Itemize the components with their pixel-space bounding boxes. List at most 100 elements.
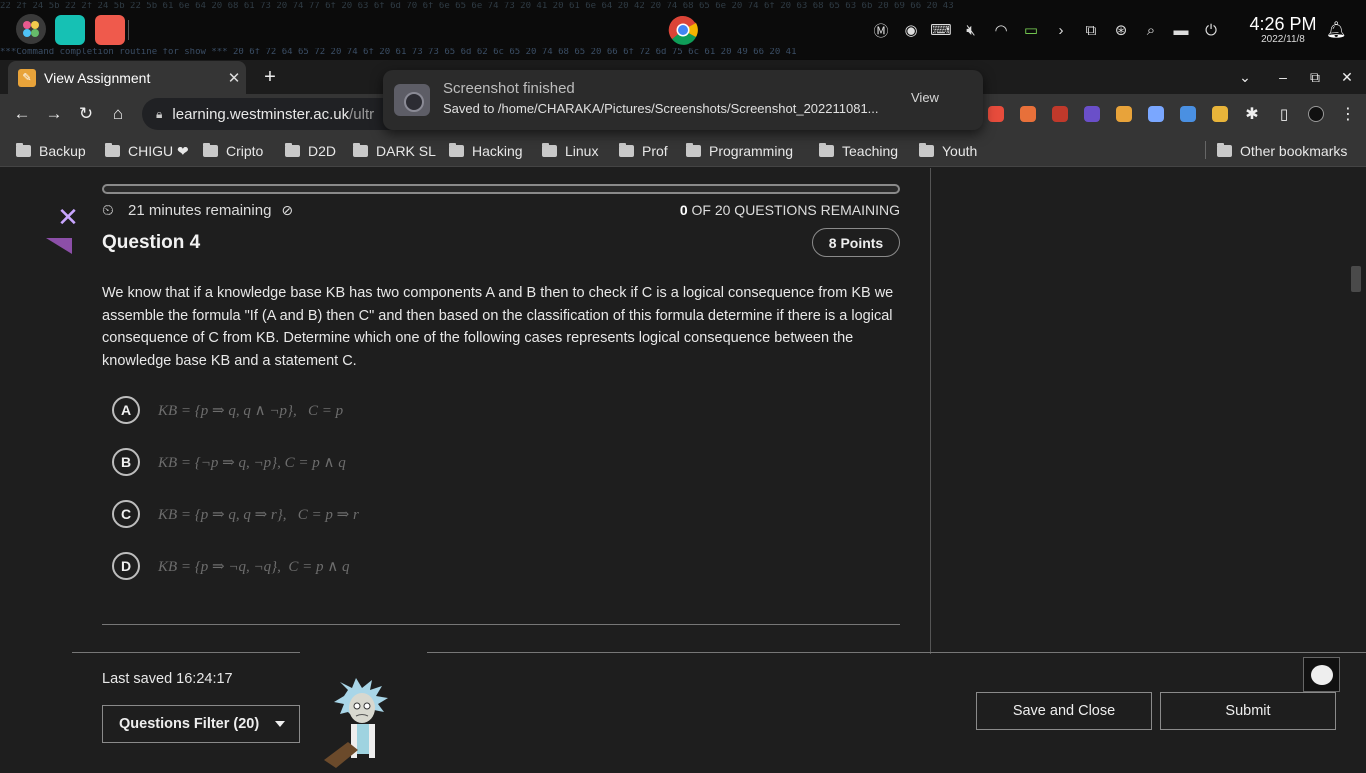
remaining-label: OF 20 QUESTIONS REMAINING (691, 202, 900, 218)
chevron-right-icon[interactable]: › (1046, 18, 1076, 42)
keyboard-icon[interactable]: ⌨ (926, 18, 956, 42)
bookmark-folder[interactable]: DARK SL (353, 140, 436, 162)
bookmark-folder[interactable]: Teaching (819, 140, 898, 162)
cartoon-character-sticker (318, 678, 408, 768)
folder-icon (353, 143, 368, 157)
bookmark-folder[interactable]: Linux (542, 140, 598, 162)
lock-icon[interactable]: 🔒︎ (156, 107, 162, 122)
bookmark-folder[interactable]: Prof (619, 140, 668, 162)
power-icon[interactable]: ⏻ (1196, 18, 1226, 42)
minimize-icon[interactable]: – (1268, 60, 1298, 94)
chrome-tray-icon[interactable]: ◉ (896, 18, 926, 42)
url-path: /ultr (349, 105, 375, 123)
save-and-close-button[interactable]: Save and Close (976, 692, 1152, 730)
address-bar[interactable]: 🔒︎ learning.westminster.ac.uk/ultr (142, 98, 392, 130)
answer-option-c[interactable]: C KB = {p ⇒ q, q ⇒ r}, C = p ⇒ r (112, 500, 359, 528)
bookmark-folder[interactable]: Backup (16, 140, 86, 162)
home-icon[interactable]: ⌂ (104, 100, 132, 128)
tab-close-icon[interactable]: ✕ (222, 69, 246, 87)
tab-search-chevron-icon[interactable]: ⌄ (1230, 60, 1260, 94)
answer-option-d[interactable]: D KB = {p ⇒ ¬q, ¬q}, C = p ∧ q (112, 552, 349, 580)
assignment-page: ✕ ⏲ 21 minutes remaining ⊘ 0 OF 20 QUEST… (0, 168, 1366, 768)
new-tab-button[interactable]: + (257, 64, 283, 90)
terminal-background-text-2: ***Command completion routine for show *… (0, 48, 797, 57)
extensions-puzzle-icon[interactable]: ✱ (1236, 102, 1268, 126)
os-top-panel: 22 2f 24 5b 22 2f 24 5b 22 5b 61 6e 64 2… (0, 0, 1366, 60)
folder-icon (449, 143, 464, 157)
submit-button[interactable]: Submit (1160, 692, 1336, 730)
notification-bell-icon[interactable]: 🔔︎ (1326, 20, 1346, 40)
option-letter[interactable]: B (112, 448, 140, 476)
m-icon[interactable]: Ⓜ (866, 18, 896, 42)
notification-title: Screenshot finished (443, 80, 575, 97)
battery-icon[interactable]: ▭ (1016, 18, 1046, 42)
option-letter[interactable]: A (112, 396, 140, 424)
files-app-icon[interactable] (95, 15, 125, 45)
option-expression: KB = {p ⇒ q, q ∧ ¬p}, C = p (158, 402, 344, 419)
answer-option-a[interactable]: A KB = {p ⇒ q, q ∧ ¬p}, C = p (112, 396, 343, 424)
tab-title: View Assignment (44, 69, 151, 86)
wifi-icon[interactable]: ◠ (986, 18, 1016, 42)
extensions-bar: ✱ ▯ ⋮ (980, 102, 1364, 126)
reload-icon[interactable]: ↻ (72, 100, 100, 128)
chrome-app-icon[interactable] (668, 15, 698, 45)
mute-icon[interactable]: 🔇︎ (956, 18, 986, 42)
keyboard-layout-icon[interactable]: ▬ (1166, 18, 1196, 42)
option-letter[interactable]: D (112, 552, 140, 580)
screenshot-icon[interactable]: ⧉ (1076, 18, 1106, 42)
back-arrow-icon[interactable]: ← (8, 100, 36, 128)
bookmarks-bar: Backup CHIGU ❤ Cripto D2D DARK SL Hackin… (0, 134, 1366, 167)
side-panel-icon[interactable]: ▯ (1268, 102, 1300, 126)
notification-body: Saved to /home/CHARAKA/Pictures/Screensh… (443, 101, 879, 116)
menu-kebab-icon[interactable]: ⋮ (1332, 102, 1364, 126)
forward-arrow-icon[interactable]: → (40, 100, 68, 128)
time-remaining: 21 minutes remaining (128, 201, 272, 219)
extension-icon-3[interactable] (1044, 102, 1076, 126)
extension-icon-4[interactable] (1076, 102, 1108, 126)
footer-divider (427, 652, 1366, 653)
profile-avatar[interactable] (1300, 102, 1332, 126)
corner-flag-icon (46, 238, 72, 254)
bookmark-folder[interactable]: Cripto (203, 140, 263, 162)
terminal-app-icon[interactable] (55, 15, 85, 45)
clock[interactable]: 4:26 PM 2022/11/8 (1246, 14, 1320, 46)
folder-icon (619, 143, 634, 157)
extension-icon-8[interactable] (1204, 102, 1236, 126)
panel-divider (128, 20, 129, 40)
tab-view-assignment[interactable]: ✎ View Assignment ✕ (8, 61, 246, 94)
extension-icon-1[interactable] (980, 102, 1012, 126)
option-letter[interactable]: C (112, 500, 140, 528)
folder-icon (542, 143, 557, 157)
chat-button[interactable] (1303, 657, 1340, 692)
option-expression: KB = {¬p ⇒ q, ¬p}, C = p ∧ q (158, 454, 346, 471)
bookmark-folder[interactable]: CHIGU ❤ (105, 140, 189, 162)
answer-option-b[interactable]: B KB = {¬p ⇒ q, ¬p}, C = p ∧ q (112, 448, 346, 476)
other-bookmarks[interactable]: Other bookmarks (1217, 140, 1347, 162)
bookmark-folder[interactable]: Programming (686, 140, 793, 162)
timer-icon: ⏲ (102, 201, 114, 219)
bookmark-folder[interactable]: Hacking (449, 140, 523, 162)
extension-icon-6[interactable] (1140, 102, 1172, 126)
restore-icon[interactable]: ⧉ (1300, 60, 1330, 94)
clock-date: 2022/11/8 (1261, 34, 1305, 45)
extension-icon-7[interactable] (1172, 102, 1204, 126)
clock-time: 4:26 PM (1249, 14, 1317, 34)
hide-timer-eye-icon[interactable]: ⊘ (281, 202, 293, 219)
questions-remaining: 0 OF 20 QUESTIONS REMAINING (680, 202, 900, 218)
extension-icon-5[interactable] (1108, 102, 1140, 126)
pencil-favicon-icon: ✎ (18, 68, 36, 87)
view-screenshot-button[interactable]: View (911, 90, 939, 105)
screenshot-notification[interactable]: Screenshot finished Saved to /home/CHARA… (383, 70, 983, 130)
bookmark-folder[interactable]: Youth (919, 140, 977, 162)
window-close-icon[interactable]: ✕ (1332, 60, 1362, 94)
content-divider (102, 624, 900, 625)
app-launcher-icon[interactable] (16, 14, 46, 44)
folder-icon (285, 143, 300, 157)
activity-icon[interactable]: ⊛ (1106, 18, 1136, 42)
bookmark-folder[interactable]: D2D (285, 140, 336, 162)
search-icon[interactable]: ⌕ (1136, 18, 1166, 42)
questions-filter-dropdown[interactable]: Questions Filter (20) (102, 705, 300, 743)
close-assignment-icon[interactable]: ✕ (54, 204, 82, 232)
extension-icon-2[interactable] (1012, 102, 1044, 126)
scrollbar-thumb[interactable] (1351, 266, 1361, 292)
